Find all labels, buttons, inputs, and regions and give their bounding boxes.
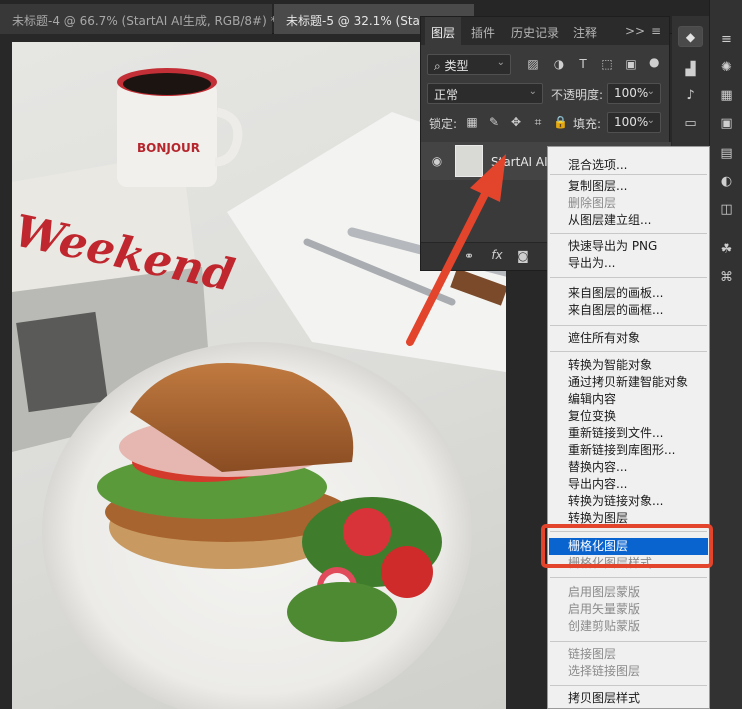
menu-separator	[550, 325, 707, 326]
menu-separator	[550, 233, 707, 234]
menu-separator	[550, 351, 707, 352]
menu-item[interactable]: 从图层建立组...	[568, 212, 651, 229]
menu-item[interactable]: 重新链接到库图形...	[568, 442, 675, 459]
menu-item[interactable]: 快速导出为 PNG	[568, 238, 657, 255]
menu-item: 链接图层	[568, 647, 617, 661]
menu-item[interactable]: 混合选项...	[568, 157, 627, 174]
layer-context-menu: 混合选项... 复制图层... 删除图层从图层建立组... 快速导出为 PNG 导出为.…	[547, 146, 710, 709]
menu-separator	[550, 685, 707, 686]
menu-item[interactable]: 导出为...	[568, 255, 615, 272]
menu-item[interactable]: 替换内容...	[568, 459, 627, 476]
menu-separator	[550, 277, 707, 278]
menu-item[interactable]: 来自图层的画框...	[568, 302, 663, 319]
menu-item[interactable]: 重新链接到文件...	[568, 425, 663, 442]
menu-item: 创建剪贴蒙版	[568, 619, 641, 633]
menu-item: 选择链接图层	[568, 664, 641, 678]
menu-separator	[550, 641, 707, 642]
menu-item[interactable]: 转换为智能对象	[568, 357, 652, 374]
menu-item: 启用矢量蒙版	[568, 602, 641, 616]
menu-item[interactable]: 转换为链接对象...	[568, 493, 663, 510]
menu-separator	[550, 174, 707, 175]
menu-item[interactable]: 拷贝图层样式	[568, 690, 640, 707]
menu-item[interactable]: 导出内容...	[568, 476, 627, 493]
menu-item[interactable]: 复制图层...	[568, 178, 627, 195]
menu-item: 启用图层蒙版	[568, 585, 641, 599]
menu-item[interactable]: 来自图层的画板...	[568, 285, 663, 302]
annotation-highlight-box	[541, 524, 713, 568]
menu-item[interactable]: 复位变换	[568, 408, 616, 425]
menu-item: 删除图层	[568, 196, 617, 210]
menu-separator	[550, 577, 707, 578]
menu-item[interactable]: 编辑内容	[568, 391, 616, 408]
photoshop-window: 未标题-4 @ 66.7% (StartAI AI生成, RGB/8#) *× …	[0, 0, 742, 709]
menu-item[interactable]: 遮住所有对象	[568, 330, 640, 347]
menu-item[interactable]: 通过拷贝新建智能对象	[568, 374, 688, 391]
